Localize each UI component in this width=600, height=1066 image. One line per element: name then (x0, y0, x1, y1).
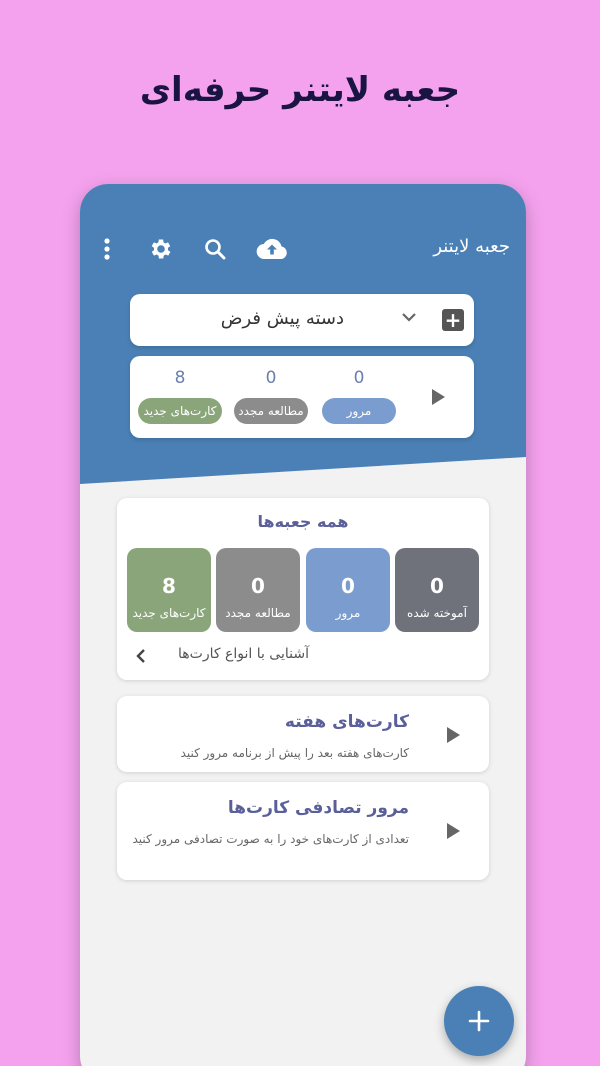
tile-review[interactable]: 0 مرور (306, 548, 390, 632)
tile-count: 0 (430, 574, 444, 598)
card-types-intro-link[interactable]: آشنایی با انواع کارت‌ها (117, 644, 489, 668)
intro-link-text: آشنایی با انواع کارت‌ها (178, 646, 309, 662)
deck-summary-card: 0 مرور 0 مطالعه مجدد 8 کارت‌های جدید (130, 356, 474, 438)
tile-label: کارت‌های جدید (132, 606, 206, 620)
cloud-upload-icon[interactable] (252, 232, 292, 266)
deck-name: دسته پیش فرض (220, 308, 344, 329)
tile-learned[interactable]: 0 آموخته شده (395, 548, 479, 632)
all-boxes-card: همه جعبه‌ها 8 کارت‌های جدید 0 مطالعه مجد… (117, 498, 489, 680)
summary-new-count: 8 (174, 368, 186, 388)
weekly-desc: کارت‌های هفته بعد را پیش از برنامه مرور … (180, 746, 409, 760)
play-icon[interactable] (445, 822, 461, 844)
weekly-title: کارت‌های هفته (284, 712, 409, 732)
weekly-cards-card[interactable]: کارت‌های هفته کارت‌های هفته بعد را پیش ا… (117, 696, 489, 772)
tile-new-cards[interactable]: 8 کارت‌های جدید (127, 548, 211, 632)
summary-review-count: 0 (353, 368, 365, 388)
tile-label: مطالعه مجدد (225, 606, 291, 620)
play-icon[interactable] (445, 726, 461, 748)
summary-new-label: کارت‌های جدید (138, 398, 222, 424)
app-title: جعبه لایتنر (433, 236, 510, 257)
summary-review[interactable]: 0 مرور (322, 368, 396, 424)
deck-selector[interactable]: دسته پیش فرض + (130, 294, 474, 346)
summary-relearn[interactable]: 0 مطالعه مجدد (234, 368, 308, 424)
search-icon[interactable] (198, 232, 232, 266)
add-card-fab[interactable] (444, 986, 514, 1056)
more-vert-icon[interactable] (90, 232, 124, 266)
random-review-title: مرور تصادفی کارت‌ها (227, 798, 409, 818)
summary-relearn-count: 0 (265, 368, 277, 388)
summary-relearn-label: مطالعه مجدد (234, 398, 308, 424)
summary-new[interactable]: 8 کارت‌های جدید (138, 368, 222, 424)
chevron-left-icon (135, 648, 147, 668)
summary-review-label: مرور (322, 398, 396, 424)
app-bar: جعبه لایتنر (80, 224, 526, 274)
plus-icon (468, 1010, 490, 1032)
plus-square-icon[interactable]: + (442, 309, 464, 331)
chevron-down-icon[interactable] (400, 308, 418, 330)
tile-count: 0 (341, 574, 355, 598)
random-review-desc: تعدادی از کارت‌های خود را به صورت تصادفی… (132, 832, 409, 846)
random-review-card[interactable]: مرور تصادفی کارت‌ها تعدادی از کارت‌های خ… (117, 782, 489, 880)
tile-label: آموخته شده (407, 606, 467, 620)
settings-gear-icon[interactable] (144, 232, 178, 266)
promo-headline: جعبه لایتنر حرفه‌ای (139, 70, 461, 110)
play-icon[interactable] (430, 388, 446, 410)
tile-relearn[interactable]: 0 مطالعه مجدد (216, 548, 300, 632)
phone-screen: جعبه لایتنر دسته پیش فرض + 0 مرور 0 مطال… (80, 184, 526, 1066)
tile-label: مرور (335, 606, 361, 620)
all-boxes-title: همه جعبه‌ها (257, 512, 349, 531)
tile-count: 0 (251, 574, 265, 598)
tile-count: 8 (162, 574, 176, 598)
